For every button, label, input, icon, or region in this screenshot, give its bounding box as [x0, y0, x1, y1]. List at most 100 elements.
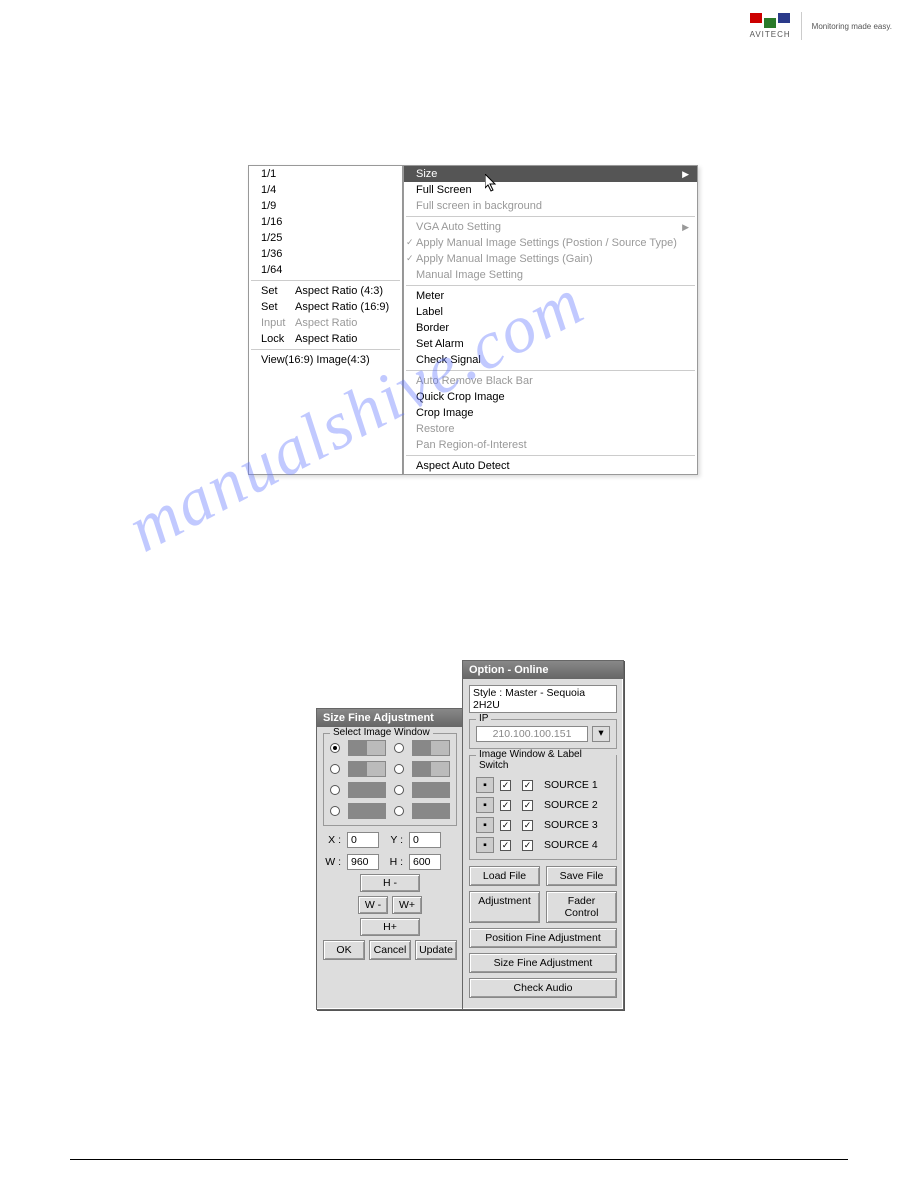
- source-color-button[interactable]: ▪: [476, 817, 494, 833]
- style-display: Style : Master - Sequoia 2H2U: [469, 685, 617, 713]
- menu-item: Full screen in background: [404, 198, 697, 214]
- size-fine-adjustment-button[interactable]: Size Fine Adjustment: [469, 953, 617, 973]
- ip-field[interactable]: 210.100.100.151: [476, 726, 588, 742]
- page-header: AVITECH Monitoring made easy.: [750, 12, 892, 40]
- check-icon: ✓: [406, 253, 414, 264]
- w-label: W :: [323, 856, 341, 868]
- menu-item[interactable]: 1/16: [249, 214, 402, 230]
- source-label: SOURCE 4: [544, 839, 610, 851]
- radio-window-5[interactable]: [330, 785, 340, 795]
- dialogs-row: Size Fine Adjustment Select Image Window…: [316, 660, 624, 1010]
- h-input[interactable]: [409, 854, 441, 870]
- h-label: H :: [385, 856, 403, 868]
- context-menus: 1/1 1/4 1/9 1/16 1/25 1/36 1/64 SetAspec…: [248, 165, 698, 475]
- main-context-menu: Size▶ Full Screen Full screen in backgro…: [403, 165, 698, 475]
- check-audio-button[interactable]: Check Audio: [469, 978, 617, 998]
- w-minus-button[interactable]: W -: [358, 896, 388, 914]
- select-image-window-group: Select Image Window: [323, 733, 457, 826]
- menu-item[interactable]: LockAspect Ratio: [249, 331, 402, 347]
- source-label: SOURCE 1: [544, 779, 610, 791]
- source-l-checkbox[interactable]: [522, 820, 533, 831]
- ip-group: IP 210.100.100.151 ▾: [469, 719, 617, 749]
- source-l-checkbox[interactable]: [522, 800, 533, 811]
- ip-dropdown-button[interactable]: ▾: [592, 726, 610, 742]
- menu-item[interactable]: SetAspect Ratio (16:9): [249, 299, 402, 315]
- h-minus-button[interactable]: H -: [360, 874, 420, 892]
- load-file-button[interactable]: Load File: [469, 866, 540, 886]
- group-label: IP: [476, 713, 491, 724]
- h-plus-button[interactable]: H+: [360, 918, 420, 936]
- source-color-button[interactable]: ▪: [476, 837, 494, 853]
- menu-item: Restore: [404, 421, 697, 437]
- menu-item: VGA Auto Setting▶: [404, 219, 697, 235]
- source-color-button[interactable]: ▪: [476, 797, 494, 813]
- size-fine-adjustment-dialog: Size Fine Adjustment Select Image Window…: [316, 708, 464, 1010]
- menu-item[interactable]: 1/25: [249, 230, 402, 246]
- source-w-checkbox[interactable]: [500, 800, 511, 811]
- check-icon: ✓: [406, 237, 414, 248]
- radio-window-6[interactable]: [394, 785, 404, 795]
- window-swatch: [348, 803, 386, 819]
- menu-item[interactable]: Crop Image: [404, 405, 697, 421]
- window-swatch: [348, 782, 386, 798]
- group-label: Image Window & Label Switch: [476, 749, 616, 771]
- group-label: Select Image Window: [330, 727, 433, 738]
- adjustment-button[interactable]: Adjustment: [469, 891, 540, 923]
- menu-item[interactable]: Full Screen: [404, 182, 697, 198]
- menu-item[interactable]: Quick Crop Image: [404, 389, 697, 405]
- x-input[interactable]: [347, 832, 379, 848]
- w-input[interactable]: [347, 854, 379, 870]
- window-swatch: [412, 803, 450, 819]
- menu-item[interactable]: Label: [404, 304, 697, 320]
- chevron-right-icon: ▶: [682, 169, 689, 180]
- menu-item[interactable]: 1/1: [249, 166, 402, 182]
- menu-item[interactable]: 1/36: [249, 246, 402, 262]
- divider: [801, 12, 802, 40]
- update-button[interactable]: Update: [415, 940, 457, 960]
- option-online-dialog: Option - Online Style : Master - Sequoia…: [462, 660, 624, 1010]
- menu-item[interactable]: 1/9: [249, 198, 402, 214]
- menu-item[interactable]: Meter: [404, 288, 697, 304]
- source-l-checkbox[interactable]: [522, 840, 533, 851]
- menu-item[interactable]: 1/4: [249, 182, 402, 198]
- brand-tagline: Monitoring made easy.: [812, 22, 892, 31]
- radio-window-8[interactable]: [394, 806, 404, 816]
- ok-button[interactable]: OK: [323, 940, 365, 960]
- window-swatch: [412, 782, 450, 798]
- source-l-checkbox[interactable]: [522, 780, 533, 791]
- source-color-button[interactable]: ▪: [476, 777, 494, 793]
- source-w-checkbox[interactable]: [500, 820, 511, 831]
- radio-window-4[interactable]: [394, 764, 404, 774]
- x-label: X :: [323, 834, 341, 846]
- radio-window-7[interactable]: [330, 806, 340, 816]
- brand-name: AVITECH: [750, 30, 791, 39]
- save-file-button[interactable]: Save File: [546, 866, 617, 886]
- menu-item[interactable]: Set Alarm: [404, 336, 697, 352]
- cancel-button[interactable]: Cancel: [369, 940, 411, 960]
- menu-item[interactable]: Border: [404, 320, 697, 336]
- page-footer-rule: [70, 1159, 848, 1160]
- menu-item[interactable]: Check Signal: [404, 352, 697, 368]
- menu-item: ✓Apply Manual Image Settings (Postion / …: [404, 235, 697, 251]
- y-label: Y :: [385, 834, 403, 846]
- y-input[interactable]: [409, 832, 441, 848]
- source-w-checkbox[interactable]: [500, 840, 511, 851]
- position-fine-adjustment-button[interactable]: Position Fine Adjustment: [469, 928, 617, 948]
- dialog-title: Size Fine Adjustment: [317, 709, 463, 727]
- window-swatch: [348, 761, 386, 777]
- window-swatch: [348, 740, 386, 756]
- radio-window-2[interactable]: [394, 743, 404, 753]
- menu-item: ✓Apply Manual Image Settings (Gain): [404, 251, 697, 267]
- menu-item-size[interactable]: Size▶: [404, 166, 697, 182]
- radio-window-3[interactable]: [330, 764, 340, 774]
- menu-item[interactable]: Aspect Auto Detect: [404, 458, 697, 474]
- source-w-checkbox[interactable]: [500, 780, 511, 791]
- radio-window-1[interactable]: [330, 743, 340, 753]
- menu-item[interactable]: SetAspect Ratio (4:3): [249, 283, 402, 299]
- chevron-right-icon: ▶: [682, 222, 689, 233]
- fader-control-button[interactable]: Fader Control: [546, 891, 617, 923]
- menu-item[interactable]: 1/64: [249, 262, 402, 278]
- menu-item[interactable]: View(16:9) Image(4:3): [249, 352, 402, 368]
- w-plus-button[interactable]: W+: [392, 896, 422, 914]
- source-label: SOURCE 2: [544, 799, 610, 811]
